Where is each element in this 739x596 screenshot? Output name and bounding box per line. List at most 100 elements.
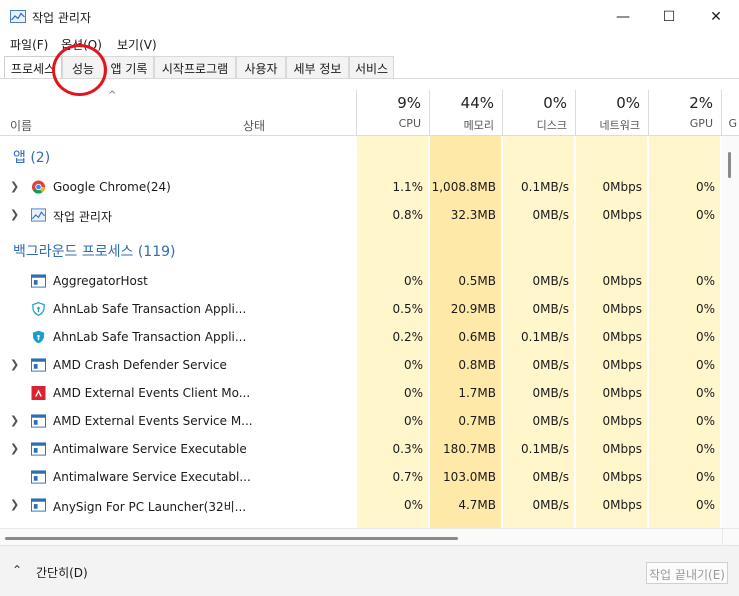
cpu-value: 0% <box>403 414 423 428</box>
tab-divider <box>0 78 739 79</box>
memory-value: 4.7MB <box>458 498 496 512</box>
task-manager-icon <box>10 10 26 23</box>
memory-value: 0.6MB <box>458 330 496 344</box>
group-apps: 앱 (2) <box>0 136 722 170</box>
column-header: ^ 이름 상태 9% CPU 44% 메모리 0% 디스크 0% 네트워크 2%… <box>0 90 739 136</box>
header-network[interactable]: 0% 네트워크 <box>575 90 648 136</box>
tab-app-history[interactable]: 앱 기록 <box>104 56 154 78</box>
amd-icon <box>31 386 46 400</box>
chevron-up-icon[interactable]: ⌃ <box>12 563 22 577</box>
tab-performance[interactable]: 성능 <box>62 56 104 78</box>
cpu-value: 0% <box>403 358 423 372</box>
process-list: 앱 (2) ❯ Google Chrome(24) 1.1% 1,008.8MB… <box>0 136 722 528</box>
disk-value: 0MB/s <box>532 414 569 428</box>
chevron-right-icon[interactable]: ❯ <box>10 180 19 193</box>
end-task-button[interactable]: 작업 끝내기(E) <box>646 562 728 584</box>
header-name[interactable]: 이름 <box>10 117 32 134</box>
network-value: 0Mbps <box>602 498 642 512</box>
header-gpu-engine-label: G <box>728 117 737 130</box>
disk-value: 0.1MB/s <box>521 180 569 194</box>
header-disk[interactable]: 0% 디스크 <box>502 90 575 136</box>
process-name: AggregatorHost <box>53 274 148 288</box>
chevron-right-icon[interactable]: ❯ <box>10 358 19 371</box>
scrollbar-corner <box>722 528 723 545</box>
network-value: 0Mbps <box>602 358 642 372</box>
service-icon <box>31 442 46 456</box>
gpu-value: 0% <box>695 498 715 512</box>
maximize-button[interactable]: ☐ <box>646 0 692 34</box>
shield-icon <box>32 302 45 316</box>
menu-file[interactable]: 파일(F) <box>10 36 48 53</box>
tab-users[interactable]: 사용자 <box>236 56 286 78</box>
header-memory-label: 메모리 <box>463 119 494 132</box>
network-value: 0Mbps <box>602 470 642 484</box>
disk-value: 0.1MB/s <box>521 442 569 456</box>
header-network-label: 네트워크 <box>599 119 640 132</box>
header-status[interactable]: 상태 <box>243 117 265 134</box>
chevron-right-icon[interactable]: ❯ <box>10 208 19 221</box>
header-memory-pct: 44% <box>460 94 494 112</box>
table-row[interactable]: AhnLab Safe Transaction Appli... 0.5% 20… <box>0 295 722 323</box>
process-name: AMD Crash Defender Service <box>53 358 227 372</box>
table-row[interactable]: ❯ AnySign For PC Launcher(32비... 0% 4.7M… <box>0 491 722 519</box>
group-background: 백그라운드 프로세스 (119) <box>0 230 722 264</box>
table-row[interactable]: ❯ Google Chrome(24) 1.1% 1,008.8MB 0.1MB… <box>0 173 722 201</box>
network-value: 0Mbps <box>602 302 642 316</box>
close-icon: ✕ <box>710 9 722 25</box>
table-row[interactable]: AggregatorHost 0% 0.5MB 0MB/s 0Mbps 0% <box>0 267 722 295</box>
table-row[interactable]: ❯ Antimalware Service Executable 0.3% 18… <box>0 435 722 463</box>
process-name: AhnLab Safe Transaction Appli... <box>53 302 247 316</box>
vertical-scrollbar-thumb[interactable] <box>728 152 731 178</box>
network-value: 0Mbps <box>602 386 642 400</box>
service-icon <box>31 414 46 428</box>
network-value: 0Mbps <box>602 208 642 222</box>
table-row[interactable]: AMD External Events Client Mo... 0% 1.7M… <box>0 379 722 407</box>
table-row[interactable]: ❯ AMD External Events Service M... 0% 0.… <box>0 407 722 435</box>
header-disk-pct: 0% <box>543 94 567 112</box>
chevron-right-icon[interactable]: ❯ <box>10 498 19 511</box>
maximize-icon: ☐ <box>662 9 676 25</box>
table-row[interactable]: ❯ AMD Crash Defender Service 0% 0.8MB 0M… <box>0 351 722 379</box>
vertical-scrollbar[interactable] <box>722 136 739 528</box>
header-disk-label: 디스크 <box>536 119 567 132</box>
chevron-right-icon[interactable]: ❯ <box>10 414 19 427</box>
gpu-value: 0% <box>695 470 715 484</box>
horizontal-scrollbar-thumb[interactable] <box>5 537 458 540</box>
fewer-details-button[interactable]: 간단히(D) <box>36 564 88 581</box>
menu-view[interactable]: 보기(V) <box>117 36 157 53</box>
disk-value: 0MB/s <box>532 274 569 288</box>
gpu-value: 0% <box>695 274 715 288</box>
tab-startup[interactable]: 시작프로그램 <box>154 56 236 78</box>
tab-processes[interactable]: 프로세스 <box>4 56 62 78</box>
header-memory[interactable]: 44% 메모리 <box>429 90 502 136</box>
footer-bar: ⌃ 간단히(D) 작업 끝내기(E) <box>0 545 739 596</box>
close-button[interactable]: ✕ <box>693 0 739 34</box>
tab-bar: 프로세스 성능 앱 기록 시작프로그램 사용자 세부 정보 서비스 <box>0 56 739 78</box>
process-name: Google Chrome(24) <box>53 180 171 194</box>
header-gpu[interactable]: 2% GPU <box>648 90 721 136</box>
header-cpu-pct: 9% <box>397 94 421 112</box>
table-row[interactable]: AhnLab Safe Transaction Appli... 0.2% 0.… <box>0 323 722 351</box>
memory-value: 1.7MB <box>458 386 496 400</box>
service-icon <box>31 358 46 372</box>
group-background-label: 백그라운드 프로세스 (119) <box>13 244 176 260</box>
disk-value: 0MB/s <box>532 498 569 512</box>
chevron-right-icon[interactable]: ❯ <box>10 442 19 455</box>
memory-value: 0.5MB <box>458 274 496 288</box>
header-gpu-engine[interactable]: G <box>721 90 739 136</box>
gpu-value: 0% <box>695 180 715 194</box>
tab-services[interactable]: 서비스 <box>349 56 394 78</box>
network-value: 0Mbps <box>602 330 642 344</box>
table-row[interactable]: ❯ 작업 관리자 0.8% 32.3MB 0MB/s 0Mbps 0% <box>0 201 722 229</box>
group-apps-label: 앱 (2) <box>13 150 51 166</box>
header-cpu-label: CPU <box>398 117 421 130</box>
cpu-value: 0.8% <box>392 208 424 222</box>
menu-options[interactable]: 옵션(O) <box>61 36 102 53</box>
minimize-button[interactable]: — <box>600 0 646 34</box>
table-row[interactable]: Antimalware Service Executabl... 0.7% 10… <box>0 463 722 491</box>
network-value: 0Mbps <box>602 414 642 428</box>
sort-arrow-icon[interactable]: ^ <box>108 90 116 101</box>
header-cpu[interactable]: 9% CPU <box>356 90 429 136</box>
tab-details[interactable]: 세부 정보 <box>286 56 349 78</box>
memory-value: 20.9MB <box>450 302 496 316</box>
